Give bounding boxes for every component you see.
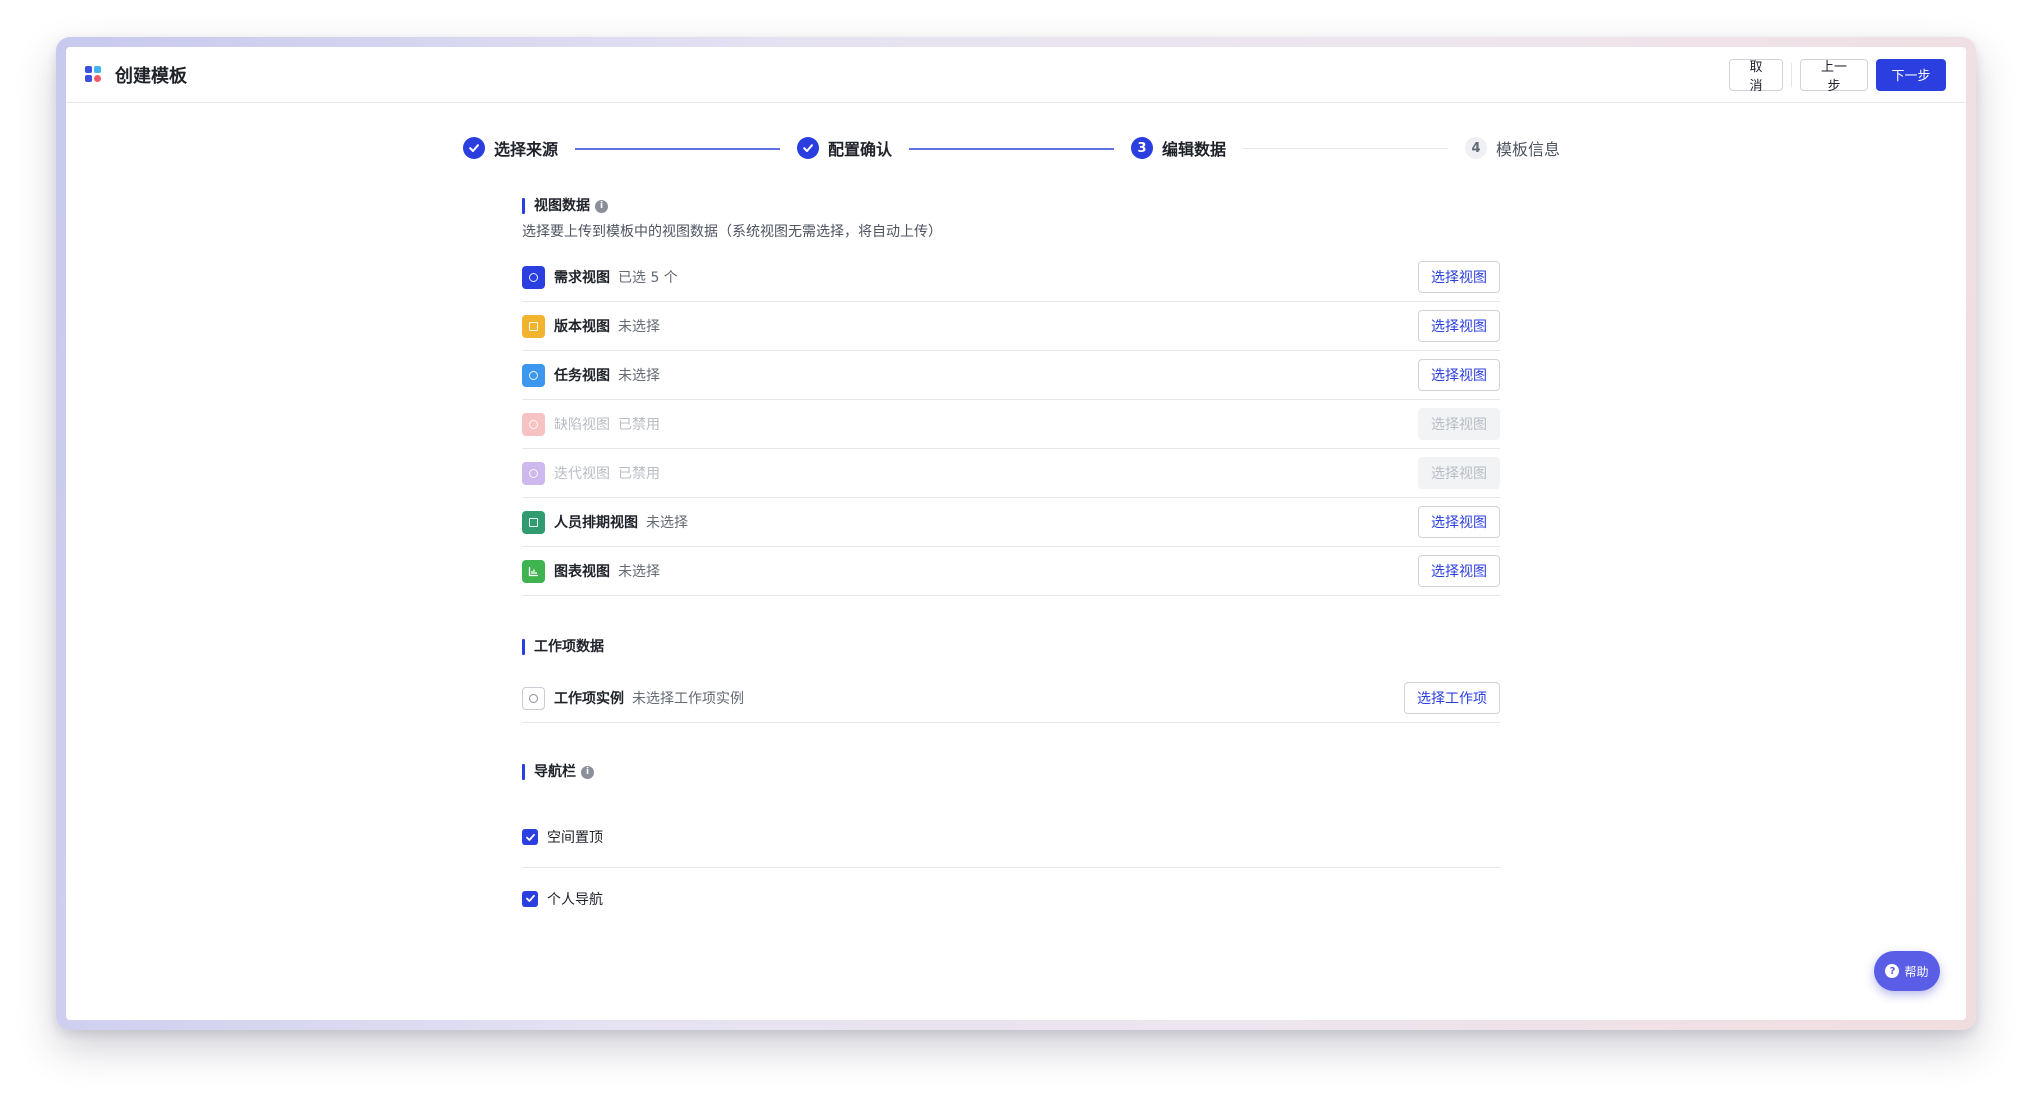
step-label: 配置确认: [828, 140, 893, 159]
check-icon: [463, 137, 485, 159]
work-item-row: 工作项实例 未选择工作项实例 选择工作项: [522, 674, 1500, 723]
task-view-icon: [522, 363, 545, 387]
page-title: 创建模板: [115, 65, 187, 87]
step-label: 编辑数据: [1162, 140, 1227, 159]
view-list: 需求视图 已选 5 个 选择视图 版本视图 未选择 选择视图 任务视图 未选择 …: [522, 253, 1500, 596]
view-status: 已禁用: [618, 417, 660, 433]
view-name: 图表视图: [554, 564, 610, 580]
view-status: 未选择: [618, 564, 660, 580]
previous-step-button[interactable]: 上一步: [1800, 58, 1868, 94]
view-row-iteration: 迭代视图 已禁用 选择视图: [522, 449, 1500, 498]
help-icon: ?: [1885, 964, 1900, 978]
nav-section-title: 导航栏 i: [522, 763, 1500, 781]
work-section-title: 工作项数据: [522, 638, 1500, 656]
select-view-button[interactable]: 选择视图: [1418, 359, 1500, 391]
step-edit-data: 3 编辑数据: [1131, 131, 1226, 165]
views-section-description: 选择要上传到模板中的视图数据（系统视图无需选择，将自动上传）: [522, 224, 942, 240]
select-view-button[interactable]: 选择视图: [1418, 506, 1500, 538]
checkbox-checked-icon[interactable]: [522, 829, 538, 845]
work-item-status: 未选择工作项实例: [632, 691, 744, 707]
step-label: 选择来源: [494, 140, 559, 159]
info-icon[interactable]: i: [581, 765, 594, 779]
select-view-button[interactable]: 选择视图: [1418, 261, 1500, 293]
view-row-chart: 图表视图 未选择 选择视图: [522, 547, 1500, 596]
views-section-title: 视图数据 i: [522, 197, 1500, 215]
view-name: 人员排期视图: [554, 515, 638, 531]
step-label: 模板信息: [1496, 140, 1561, 159]
help-label: 帮助: [1904, 964, 1929, 979]
view-name: 任务视图: [554, 368, 610, 384]
step-connector: [575, 148, 780, 150]
view-name: 版本视图: [554, 319, 610, 335]
work-item-icon: [522, 686, 545, 710]
view-row-task: 任务视图 未选择 选择视图: [522, 351, 1500, 400]
app-logo-icon: [85, 65, 103, 84]
checkbox-checked-icon[interactable]: [522, 890, 538, 907]
view-status: 未选择: [618, 319, 660, 335]
chart-view-icon: [522, 559, 545, 583]
section-title-text: 导航栏: [534, 764, 576, 780]
nav-options: 空间置顶 个人导航: [522, 807, 1500, 929]
view-status: 已禁用: [618, 466, 660, 482]
view-name: 需求视图: [554, 270, 610, 286]
view-status: 未选择: [646, 515, 688, 531]
step-number: 4: [1465, 137, 1487, 159]
cancel-button[interactable]: 取消: [1729, 58, 1783, 94]
step-connector: [909, 148, 1114, 150]
work-item-name: 工作项实例: [554, 691, 624, 707]
step-number: 3: [1131, 137, 1153, 159]
next-step-button[interactable]: 下一步: [1876, 58, 1946, 91]
view-status: 未选择: [618, 368, 660, 384]
view-status: 已选 5 个: [618, 270, 678, 286]
step-config-confirm: 配置确认: [797, 131, 892, 165]
select-view-button-disabled: 选择视图: [1418, 408, 1500, 440]
step-connector: [1243, 148, 1448, 149]
work-item-list: 工作项实例 未选择工作项实例 选择工作项: [522, 674, 1500, 723]
view-row-version: 版本视图 未选择 选择视图: [522, 302, 1500, 351]
help-button[interactable]: ? 帮助: [1874, 951, 1940, 991]
section-title-text: 工作项数据: [534, 639, 604, 655]
step-template-info: 4 模板信息: [1465, 131, 1560, 165]
nav-option-space-pin: 空间置顶: [522, 807, 1500, 868]
stepper: 选择来源 配置确认 3 编辑数据 4 模板信息: [463, 131, 1563, 165]
main-content: 视图数据 i 选择要上传到模板中的视图数据（系统视图无需选择，将自动上传） 需求…: [522, 197, 1500, 929]
check-icon: [797, 137, 819, 159]
view-name: 迭代视图: [554, 466, 610, 482]
defect-view-icon: [522, 412, 545, 436]
select-view-button-disabled: 选择视图: [1418, 457, 1500, 489]
nav-option-personal-nav: 个人导航: [522, 868, 1500, 929]
view-row-defect: 缺陷视图 已禁用 选择视图: [522, 400, 1500, 449]
create-template-window: 创建模板 取消 上一步 下一步 选择来源 配置确认 3 编辑数据 4 模板信息 …: [66, 47, 1966, 1020]
section-title-text: 视图数据: [534, 198, 590, 214]
version-view-icon: [522, 314, 545, 338]
view-row-staff-schedule: 人员排期视图 未选择 选择视图: [522, 498, 1500, 547]
checkbox-label: 空间置顶: [547, 830, 603, 846]
staff-schedule-view-icon: [522, 510, 545, 534]
select-view-button[interactable]: 选择视图: [1418, 555, 1500, 587]
requirement-view-icon: [522, 265, 545, 289]
view-row-requirement: 需求视图 已选 5 个 选择视图: [522, 253, 1500, 302]
select-view-button[interactable]: 选择视图: [1418, 310, 1500, 342]
divider: [1791, 62, 1792, 87]
top-bar: 创建模板 取消 上一步 下一步: [66, 47, 1966, 103]
info-icon[interactable]: i: [595, 199, 608, 213]
topbar-actions: 取消 上一步 下一步: [1729, 58, 1946, 94]
select-work-item-button[interactable]: 选择工作项: [1404, 682, 1500, 714]
checkbox-label: 个人导航: [547, 891, 603, 908]
iteration-view-icon: [522, 461, 545, 485]
step-select-source: 选择来源: [463, 131, 558, 165]
view-name: 缺陷视图: [554, 417, 610, 433]
